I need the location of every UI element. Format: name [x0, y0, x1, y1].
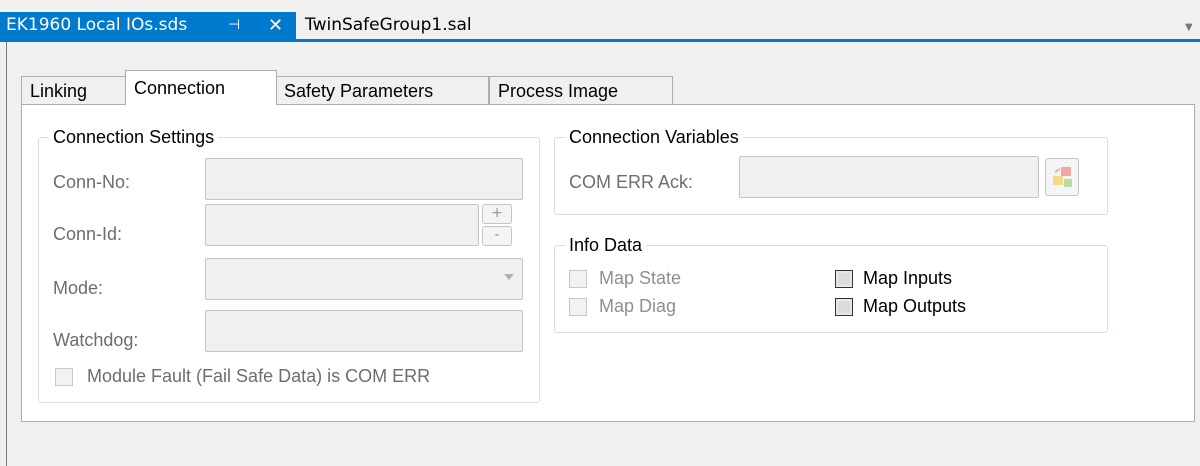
- module-fault-label: Module Fault (Fail Safe Data) is COM ERR: [87, 366, 431, 386]
- tab-overflow-dropdown-icon[interactable]: ▼: [1185, 22, 1193, 33]
- chevron-down-icon: [504, 274, 514, 280]
- connection-settings-group: Connection Settings Conn-No: Conn-Id: + …: [38, 127, 540, 403]
- conn-id-field[interactable]: [205, 204, 479, 246]
- group-title: Connection Settings: [49, 127, 219, 147]
- tab-process-image[interactable]: Process Image: [489, 76, 673, 104]
- map-inputs-checkbox[interactable]: [835, 270, 853, 288]
- conn-id-label: Conn-Id:: [53, 224, 123, 244]
- map-outputs-label: Map Outputs: [863, 296, 967, 316]
- link-variable-button[interactable]: [1045, 158, 1079, 196]
- editor-pane: Linking Connection Safety Parameters Pro…: [6, 42, 1200, 466]
- connection-tab-panel: Connection Settings Conn-No: Conn-Id: + …: [21, 104, 1195, 422]
- conn-id-increment-button[interactable]: +: [482, 204, 512, 224]
- module-fault-checkbox[interactable]: [55, 368, 73, 386]
- tab-connection[interactable]: Connection: [125, 70, 277, 105]
- document-tab-twinsafegroup[interactable]: TwinSafeGroup1.sal: [305, 12, 472, 39]
- conn-id-decrement-button[interactable]: -: [482, 226, 512, 246]
- watchdog-field[interactable]: [205, 310, 523, 352]
- com-err-ack-field[interactable]: [739, 156, 1039, 198]
- com-err-ack-label: COM ERR Ack:: [569, 172, 694, 192]
- mode-label: Mode:: [53, 278, 104, 298]
- pin-icon[interactable]: ⊣: [228, 12, 240, 39]
- info-data-group: Info Data Map State Map Diag Map Inputs …: [554, 235, 1108, 333]
- tab-label: Safety Parameters: [284, 81, 434, 101]
- tab-label: Process Image: [498, 81, 619, 101]
- document-tab-title: TwinSafeGroup1.sal: [305, 15, 472, 35]
- tab-safety-parameters[interactable]: Safety Parameters: [275, 76, 489, 104]
- link-variable-icon: [1053, 167, 1072, 187]
- document-tab-ek1960[interactable]: EK1960 Local IOs.sds ⊣ ✕: [0, 12, 296, 39]
- map-outputs-checkbox[interactable]: [835, 298, 853, 316]
- connection-variables-group: Connection Variables COM ERR Ack:: [554, 127, 1108, 215]
- group-title: Connection Variables: [565, 127, 743, 147]
- map-diag-checkbox[interactable]: [569, 298, 587, 316]
- map-inputs-label: Map Inputs: [863, 268, 953, 288]
- conn-no-field[interactable]: [205, 158, 523, 200]
- map-diag-label: Map Diag: [599, 296, 677, 316]
- tab-label: Linking: [30, 81, 88, 101]
- map-state-checkbox[interactable]: [569, 270, 587, 288]
- mode-select[interactable]: [205, 258, 523, 300]
- close-icon[interactable]: ✕: [268, 12, 283, 39]
- watchdog-label: Watchdog:: [53, 330, 139, 350]
- map-state-label: Map State: [599, 268, 682, 288]
- document-tab-title: EK1960 Local IOs.sds: [6, 15, 188, 35]
- group-title: Info Data: [565, 235, 647, 255]
- document-tab-strip: EK1960 Local IOs.sds ⊣ ✕ TwinSafeGroup1.…: [0, 0, 1200, 42]
- tab-linking[interactable]: Linking: [21, 76, 127, 104]
- conn-no-label: Conn-No:: [53, 172, 131, 192]
- tab-label: Connection: [134, 78, 226, 98]
